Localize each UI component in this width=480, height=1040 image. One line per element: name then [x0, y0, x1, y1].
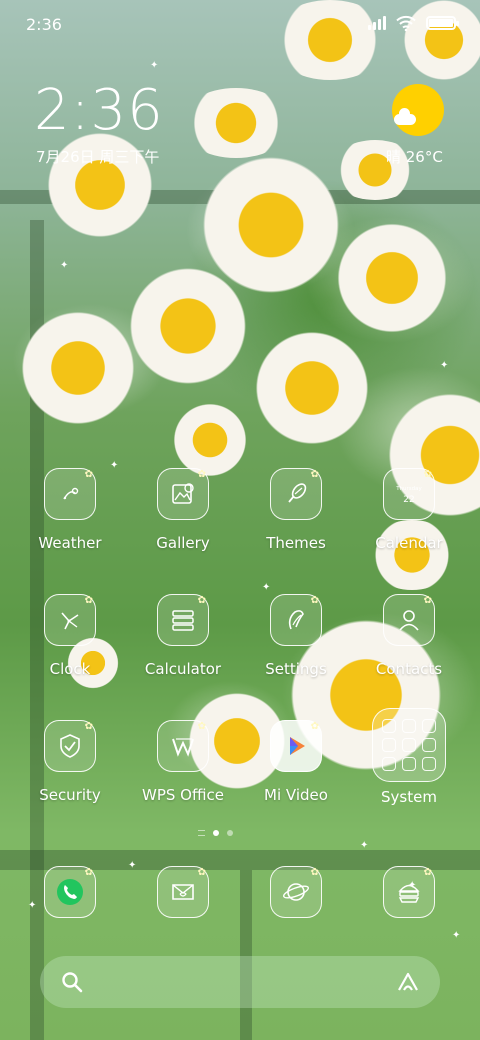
wifi-icon: [396, 15, 416, 31]
app-settings[interactable]: Settings: [240, 594, 352, 694]
status-bar: 2:36: [0, 0, 480, 50]
app-weather[interactable]: Weather: [14, 468, 126, 568]
app-label: Weather: [38, 534, 102, 552]
clock-icon: [44, 594, 96, 646]
messages-icon[interactable]: [157, 866, 209, 918]
gallery-icon: [157, 468, 209, 520]
page-indicator[interactable]: [198, 830, 233, 836]
app-label: Calculator: [144, 660, 222, 678]
phone-icon[interactable]: [44, 866, 96, 918]
search-icon[interactable]: [60, 970, 84, 994]
app-label: Mi Video: [264, 786, 328, 804]
folder-mini-app: [402, 719, 416, 733]
assistant-icon[interactable]: [396, 970, 420, 994]
app-mi-video[interactable]: Mi Video: [240, 720, 352, 820]
folder-mini-app: [382, 757, 396, 771]
search-bar[interactable]: [40, 956, 440, 1008]
app-wps-office[interactable]: WPS Office: [127, 720, 239, 820]
app-label: WPS Office: [142, 786, 224, 804]
browser-icon[interactable]: [270, 866, 322, 918]
page-dot-active[interactable]: [213, 830, 219, 836]
folder-system[interactable]: [372, 708, 446, 782]
app-gallery[interactable]: Gallery: [127, 468, 239, 568]
folder-label: System: [381, 788, 437, 806]
wps-office-icon: [157, 720, 209, 772]
folder-mini-app: [422, 719, 436, 733]
app-calendar[interactable]: Thursday 22 Calendar: [353, 468, 465, 568]
partly-sunny-icon[interactable]: [392, 84, 444, 136]
clock-widget-date[interactable]: 7月26日 周三下午: [36, 146, 159, 167]
calculator-icon: [157, 594, 209, 646]
app-contacts[interactable]: Contacts: [353, 594, 465, 694]
calendar-icon-weekday: Thursday: [395, 486, 422, 492]
app-label: Security: [39, 786, 101, 804]
folder-mini-app: [422, 757, 436, 771]
page-dot[interactable]: [227, 830, 233, 836]
folder-mini-app: [402, 757, 416, 771]
weather-icon: [44, 468, 96, 520]
app-store-icon[interactable]: [383, 866, 435, 918]
status-time: 2:36: [26, 15, 62, 34]
calendar-icon-day: 22: [403, 495, 414, 505]
folder-mini-app: [382, 719, 396, 733]
app-themes[interactable]: Themes: [240, 468, 352, 568]
app-label: Contacts: [375, 660, 443, 678]
folder-mini-app: [382, 738, 396, 752]
app-clock[interactable]: Clock: [14, 594, 126, 694]
app-label: Settings: [265, 660, 327, 678]
app-security[interactable]: Security: [14, 720, 126, 820]
status-icons: [368, 15, 459, 31]
themes-icon: [270, 468, 322, 520]
folder-mini-app: [422, 738, 436, 752]
clock-widget-time[interactable]: 2:36: [34, 78, 164, 143]
app-label: Gallery: [156, 534, 210, 552]
play-icon: [270, 720, 322, 772]
app-label: Calendar: [375, 534, 443, 552]
settings-icon: [270, 594, 322, 646]
calendar-icon: Thursday 22: [383, 468, 435, 520]
shield-icon: [44, 720, 96, 772]
battery-icon: [426, 16, 459, 30]
app-label: Themes: [266, 534, 326, 552]
weather-widget-text[interactable]: 晴 26°C: [386, 146, 443, 167]
app-label: Clock: [49, 660, 91, 678]
folder-mini-app: [402, 738, 416, 752]
signal-icon: [368, 16, 386, 30]
page-list-icon[interactable]: [198, 830, 205, 836]
app-calculator[interactable]: Calculator: [127, 594, 239, 694]
contacts-icon: [383, 594, 435, 646]
